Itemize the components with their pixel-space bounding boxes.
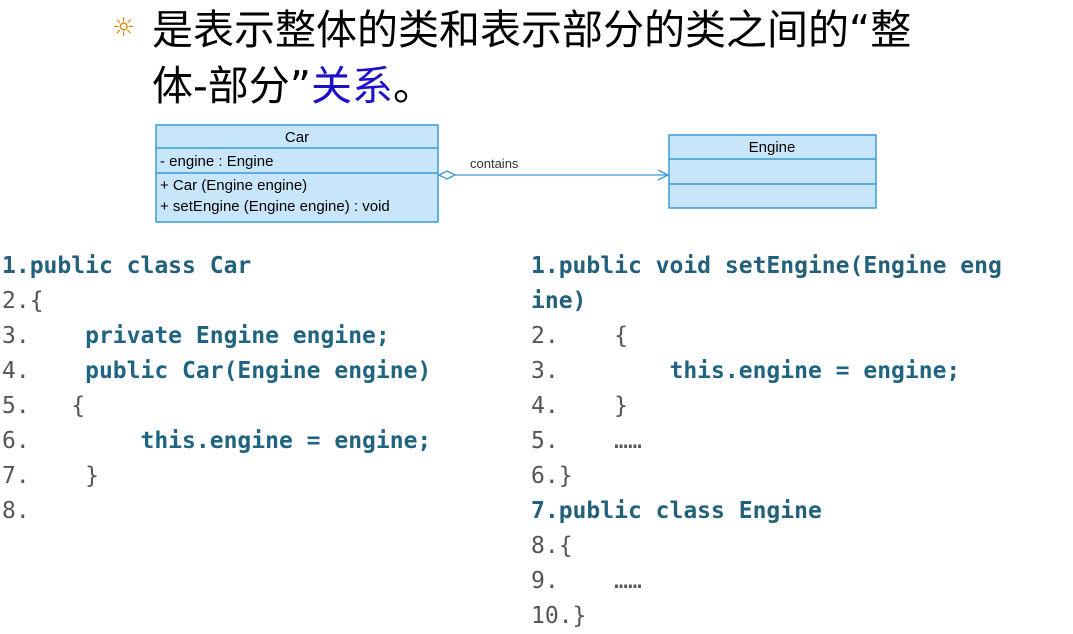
code-line: 3. this.engine = engine; [531, 354, 1071, 389]
code-text: } [29, 463, 99, 489]
line-number: 10. [531, 603, 573, 629]
code-line: 8. [2, 494, 522, 529]
car-operation-setengine: + setEngine (Engine engine) : void [160, 198, 390, 215]
line-number: 3. [531, 358, 559, 384]
code-text: this.engine = engine; [558, 358, 961, 384]
line-number: 1. [531, 253, 559, 279]
code-line: 5. …… [531, 424, 1071, 459]
engine-class-name: Engine [749, 139, 796, 156]
code-line: 7.public class Engine [531, 494, 1071, 529]
code-text: public class Engine [558, 498, 822, 524]
line-number: 2. [531, 323, 559, 349]
line-number: 6. [531, 463, 559, 489]
code-line: 5. { [2, 389, 522, 424]
code-text: { [558, 533, 573, 559]
code-text: { [558, 323, 628, 349]
code-text: } [558, 463, 573, 489]
line-number: 7. [531, 498, 559, 524]
code-text: { [29, 393, 86, 419]
code-text: this.engine = engine; [29, 428, 432, 454]
line-number: 6. [2, 428, 30, 454]
line-number: 4. [2, 358, 30, 384]
line-number: 3. [2, 323, 30, 349]
aggregation-diamond-icon [437, 170, 457, 180]
code-line: 1.public class Car [2, 249, 522, 284]
code-text: public void setEngine(Engine eng [558, 253, 1002, 279]
code-line: 10.} [531, 599, 1071, 634]
code-line: 8.{ [531, 529, 1071, 564]
car-operation-constructor: + Car (Engine engine) [160, 177, 307, 194]
line-number: 5. [531, 428, 559, 454]
code-line: ine) [531, 284, 1071, 319]
engine-class-box: Engine [668, 134, 877, 209]
code-text: public Car(Engine engine) [29, 358, 432, 384]
line-number: 8. [531, 533, 559, 559]
code-block-car: 1.public class Car 2.{3. private Engine e… [2, 249, 522, 529]
code-text: } [572, 603, 587, 629]
code-text: } [558, 393, 628, 419]
line-number: 8. [2, 498, 30, 524]
code-text: …… [558, 568, 642, 594]
line-number: 9. [531, 568, 559, 594]
code-line: 3. private Engine engine; [2, 319, 522, 354]
line-number: 1. [2, 253, 30, 279]
code-line: 7. } [2, 459, 522, 494]
code-text: public class Car [29, 253, 252, 279]
code-text: ine) [531, 288, 587, 314]
car-attribute: - engine : Engine [160, 153, 273, 170]
code-line: 4. public Car(Engine engine) [2, 354, 522, 389]
code-line: 6.} [531, 459, 1071, 494]
code-line: 2. { [531, 319, 1071, 354]
code-line: 4. } [531, 389, 1071, 424]
code-text: { [29, 288, 44, 314]
line-number: 7. [2, 463, 30, 489]
code-line: 1.public void setEngine(Engine eng [531, 249, 1071, 284]
relation-label: contains [470, 156, 519, 171]
code-text: private Engine engine; [29, 323, 390, 349]
code-line: 6. this.engine = engine; [2, 424, 522, 459]
car-class-name: Car [285, 129, 309, 146]
line-number: 5. [2, 393, 30, 419]
line-number: 2. [2, 288, 30, 314]
car-class-box: Car - engine : Engine + Car (Engine engi… [155, 124, 439, 223]
line-number: 4. [531, 393, 559, 419]
code-line: 9. …… [531, 564, 1071, 599]
code-line: 2.{ [2, 284, 522, 319]
uml-class-diagram: Car - engine : Engine + Car (Engine engi… [155, 124, 877, 223]
code-text: …… [558, 428, 642, 454]
aggregation-association: contains [437, 156, 670, 181]
code-block-engine: 1.public void setEngine(Engine eng ine) 2.… [531, 249, 1071, 634]
